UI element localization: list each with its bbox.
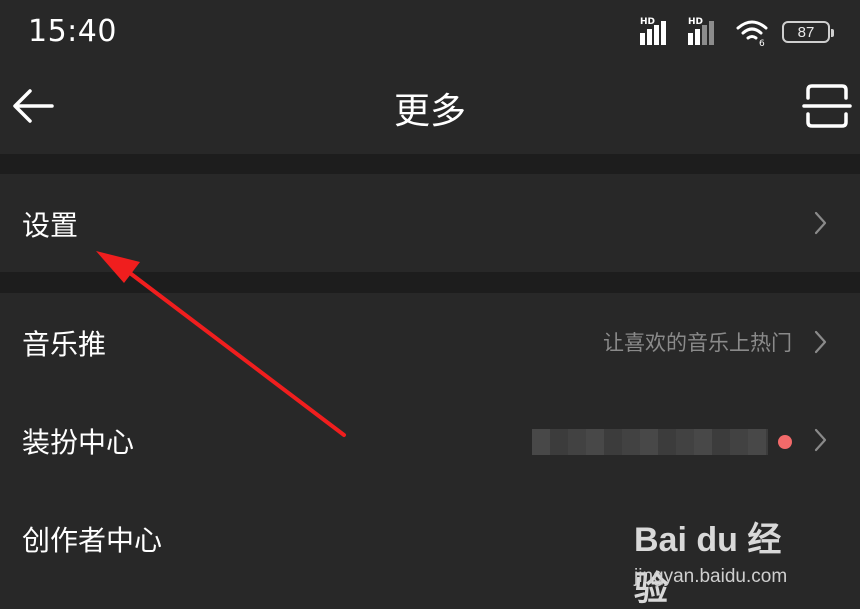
status-icons: HD HD 6 87 [640,14,834,50]
notification-badge [778,435,792,449]
wifi-label: 6 [759,39,765,47]
menu-item-music-promo[interactable]: 音乐推 让喜欢的音乐上热门 [0,293,860,391]
cellular-signal-icon: HD [688,17,722,47]
nav-bar: 更多 [0,64,860,154]
menu-item-label: 创作者中心 [22,524,163,557]
chevron-right-icon [814,211,827,235]
menu-item-label: 装扮中心 [22,426,135,459]
section-divider [0,154,860,174]
battery-icon: 87 [782,21,834,43]
section-divider [0,272,860,293]
chevron-right-icon [814,330,827,354]
battery-level: 87 [797,23,815,41]
cellular-signal-icon: HD [640,17,674,47]
scan-icon[interactable] [802,80,852,132]
watermark-brand: Bai du 经验 [634,521,782,608]
page-title: 更多 [393,91,466,132]
status-time: 15:40 [28,14,117,49]
wifi-icon: 6 [736,20,768,47]
watermark-url: jingyan.baidu.com [634,566,788,587]
signal-hd-label: HD [640,17,656,27]
settings-label: 设置 [22,209,79,242]
signal-hd-label: HD [688,17,704,27]
menu-item-subtitle: 让喜欢的音乐上热门 [603,331,792,355]
settings-row[interactable]: 设置 [0,174,860,272]
chevron-right-icon [814,428,827,452]
redacted-content [532,429,768,455]
status-bar: 15:40 HD HD 6 87 [0,0,860,64]
watermark-logo: Bai du 经验 jingyan.baidu.com [634,512,814,608]
menu-item-theme-center[interactable]: 装扮中心 [0,391,860,489]
menu-item-label: 音乐推 [22,328,107,361]
